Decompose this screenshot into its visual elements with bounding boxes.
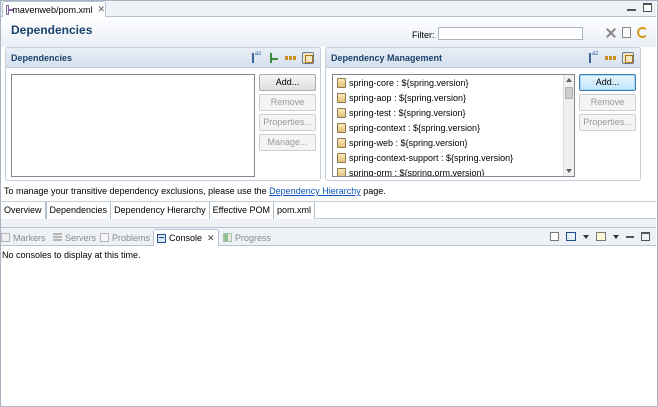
filter-label: Filter:	[412, 30, 435, 40]
show-tree-icon[interactable]	[268, 52, 280, 64]
chevron-down-icon[interactable]	[613, 234, 619, 239]
jar-icon	[337, 122, 346, 133]
sort-icon[interactable]	[251, 51, 263, 64]
list-item[interactable]: spring-context : ${spring.version}	[333, 120, 574, 135]
maximize-icon[interactable]	[641, 232, 650, 241]
chevron-down-icon[interactable]	[583, 234, 589, 239]
xml-file-icon	[6, 4, 14, 15]
tab-label: Console	[169, 233, 203, 243]
tab-label: Progress	[235, 232, 272, 243]
hint-text: To manage your transitive dependency exc…	[4, 186, 270, 196]
filter-toggle-icon[interactable]	[622, 52, 634, 64]
tab-label: Servers	[65, 232, 97, 243]
editor-tab-pom[interactable]: mavenweb/pom.xml ✕	[2, 1, 106, 17]
list-scrollbar[interactable]	[563, 75, 574, 176]
pom-file-icon[interactable]	[622, 27, 631, 38]
filter-input[interactable]	[438, 27, 583, 40]
list-item[interactable]: spring-test : ${spring.version}	[333, 105, 574, 120]
tab-markers[interactable]: Markers	[1, 230, 46, 245]
tab-overview[interactable]: Overview	[1, 202, 46, 219]
open-console-icon[interactable]	[550, 232, 559, 241]
scroll-down-icon[interactable]	[566, 169, 572, 173]
list-item[interactable]: spring-web : ${spring.version}	[333, 135, 574, 150]
list-item-label: spring-test : ${spring.version}	[349, 107, 466, 118]
dependency-management-list[interactable]: spring-core : ${spring.version} spring-ao…	[332, 74, 575, 177]
markers-icon	[1, 233, 10, 242]
hierarchy-hint: To manage your transitive dependency exc…	[4, 186, 386, 196]
tab-effective-pom[interactable]: Effective POM	[209, 202, 274, 219]
dependencies-remove-button[interactable]: Remove	[259, 94, 316, 111]
list-item-label: spring-orm : ${spring.orm.version}	[349, 167, 485, 177]
maximize-icon[interactable]	[643, 3, 652, 12]
dependency-management-section-header: Dependency Management	[326, 48, 640, 68]
list-item-label: spring-core : ${spring.version}	[349, 77, 469, 88]
tab-progress[interactable]: Progress	[223, 230, 271, 245]
tab-label: Markers	[13, 232, 46, 243]
list-item-label: spring-web : ${spring.version}	[349, 137, 468, 148]
clear-filter-icon[interactable]	[606, 28, 616, 38]
refresh-icon[interactable]	[637, 27, 648, 38]
list-item-label: spring-context : ${spring.version}	[349, 122, 481, 133]
list-item-label: spring-context-support : ${spring.versio…	[349, 152, 514, 163]
problems-icon	[100, 233, 109, 242]
dependencies-add-button[interactable]: Add...	[259, 74, 316, 91]
dependencies-title: Dependencies	[11, 53, 73, 63]
list-item[interactable]: spring-context-support : ${spring.versio…	[333, 150, 574, 165]
sort-icon[interactable]	[588, 51, 600, 64]
dependencies-properties-button[interactable]: Properties...	[259, 114, 316, 131]
dependencies-section: Dependencies Add... Remove Properties...…	[5, 47, 321, 181]
list-item-label: spring-aop : ${spring.version}	[349, 92, 467, 103]
tab-problems[interactable]: Problems	[100, 230, 150, 245]
hint-text-end: page.	[360, 186, 386, 196]
show-group-id-icon[interactable]	[285, 52, 297, 64]
jar-icon	[337, 92, 346, 103]
tab-pom-xml[interactable]: pom.xml	[273, 202, 315, 219]
page-title: Dependencies	[11, 23, 93, 37]
dependency-management-title: Dependency Management	[331, 53, 443, 63]
form-header: Dependencies Filter:	[1, 17, 656, 47]
dependencies-section-header: Dependencies	[6, 48, 320, 68]
pom-editor-page-tabs: Overview Dependencies Dependency Hierarchy…	[1, 201, 656, 219]
display-console-icon[interactable]	[566, 232, 576, 241]
minimize-icon[interactable]	[626, 235, 634, 238]
jar-icon	[337, 152, 346, 163]
servers-icon	[53, 233, 62, 242]
tab-dependency-hierarchy[interactable]: Dependency Hierarchy	[111, 202, 210, 219]
dependency-management-add-button[interactable]: Add...	[579, 74, 636, 91]
console-view: No consoles to display at this time.	[1, 247, 656, 405]
filter-toggle-icon[interactable]	[302, 52, 314, 64]
progress-icon	[223, 233, 232, 242]
scroll-thumb[interactable]	[565, 87, 573, 99]
minimize-icon[interactable]	[627, 9, 636, 11]
jar-icon	[337, 77, 346, 88]
console-empty-message: No consoles to display at this time.	[2, 250, 141, 260]
close-icon[interactable]: ✕	[207, 233, 215, 244]
tab-servers[interactable]: Servers	[53, 230, 96, 245]
editor-tab-bar: mavenweb/pom.xml ✕	[1, 1, 656, 17]
jar-icon	[337, 167, 346, 176]
dependencies-list[interactable]	[11, 74, 255, 177]
jar-icon	[337, 137, 346, 148]
tab-label: Problems	[112, 232, 151, 243]
editor-tab-title: mavenweb/pom.xml	[12, 4, 93, 15]
list-item[interactable]: spring-core : ${spring.version}	[333, 75, 574, 90]
dependencies-manage-button[interactable]: Manage...	[259, 134, 316, 151]
jar-icon	[337, 107, 346, 118]
close-icon[interactable]: ✕	[97, 4, 105, 15]
new-console-icon[interactable]	[596, 232, 606, 241]
view-divider	[1, 219, 656, 228]
list-item[interactable]: spring-aop : ${spring.version}	[333, 90, 574, 105]
show-group-id-icon[interactable]	[605, 52, 617, 64]
console-icon	[157, 233, 166, 243]
dependency-management-properties-button[interactable]: Properties...	[579, 114, 636, 131]
dependency-hierarchy-link[interactable]: Dependency Hierarchy	[269, 186, 361, 196]
list-item[interactable]: spring-orm : ${spring.orm.version}	[333, 165, 574, 177]
tab-dependencies[interactable]: Dependencies	[45, 202, 112, 219]
view-tab-bar: Markers Servers Problems Console ✕ Progr…	[1, 228, 656, 246]
tab-console[interactable]: Console ✕	[153, 229, 219, 246]
dependency-management-section: Dependency Management spring-core : ${sp…	[325, 47, 641, 181]
scroll-up-icon[interactable]	[566, 78, 572, 82]
dependency-management-remove-button[interactable]: Remove	[579, 94, 636, 111]
